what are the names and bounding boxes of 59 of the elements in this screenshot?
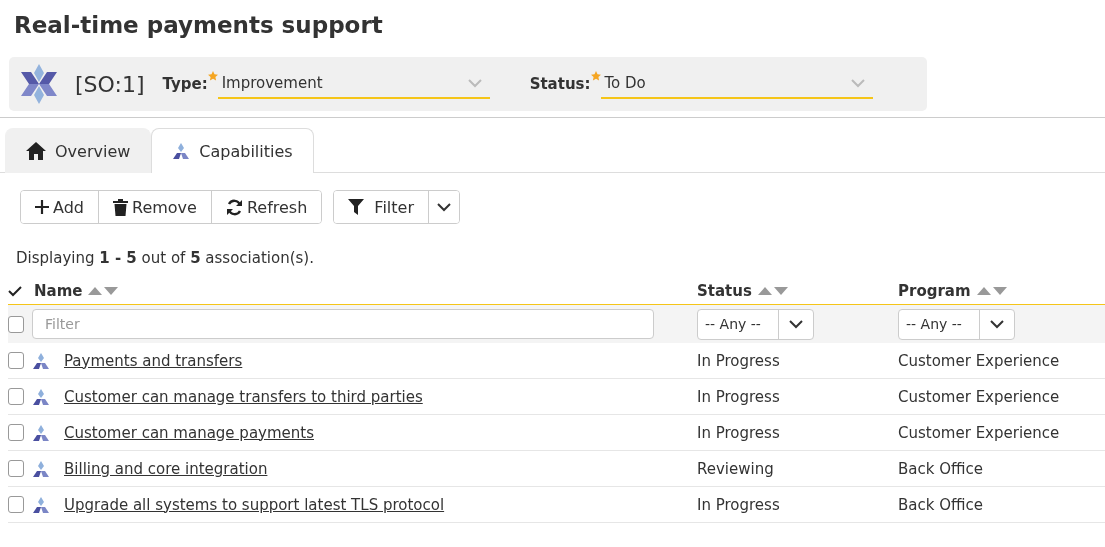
capability-link[interactable]: Upgrade all systems to support latest TLS protocol [64, 495, 445, 514]
table-cell: Customer Experience [898, 351, 1060, 370]
chevron-down-icon [990, 319, 1004, 329]
refresh-icon [225, 198, 243, 216]
checkbox[interactable] [8, 388, 24, 405]
trash-icon [113, 198, 128, 216]
status-filter-dropdown[interactable]: -- Any -- [697, 308, 814, 340]
table-cell: Back Office [898, 495, 983, 514]
table-cell-text: In Progress [697, 351, 781, 370]
capability-icon [32, 351, 50, 370]
chevron-down-icon [789, 319, 803, 329]
capability-link[interactable]: Customer can manage transfers to third parties [64, 387, 423, 406]
checkbox[interactable] [8, 424, 24, 441]
capability-link[interactable]: Payments and transfers [64, 351, 243, 370]
capability-icon [32, 423, 50, 442]
plus-icon [35, 200, 49, 214]
sort-icon[interactable] [757, 286, 788, 296]
summary-text: Displaying 1 - 5 out of 5 association(s). [16, 249, 314, 267]
home-icon [26, 142, 46, 160]
chevron-down-icon [436, 202, 451, 212]
capability-icon [32, 495, 50, 514]
tab[interactable]: Overview [5, 128, 152, 173]
tab[interactable]: Capabilities [151, 128, 314, 173]
table-cell: Back Office [898, 459, 983, 478]
sort-icon[interactable] [976, 286, 1007, 296]
field-label: Type: [162, 75, 208, 93]
column-header[interactable]: Status [697, 282, 752, 300]
table-cell: Customer Experience [898, 423, 1060, 442]
table-cell-text: Reviewing [697, 459, 775, 478]
table-cell-text: In Progress [697, 423, 781, 442]
capability-link[interactable]: Customer can manage payments [64, 423, 314, 442]
page-title: Real-time payments support [13, 11, 384, 40]
filter-icon [348, 199, 365, 215]
table-cell: Customer Experience [898, 387, 1060, 406]
chevron-down-icon [850, 78, 865, 88]
check-icon [8, 285, 22, 297]
dropdown-button[interactable] [427, 191, 459, 223]
field-label: Status: [529, 75, 591, 93]
toolbar-button[interactable]: Refresh [210, 191, 322, 223]
checkbox[interactable] [8, 352, 24, 369]
capability-link[interactable]: Billing and core integration [64, 459, 268, 478]
program-filter-dropdown[interactable]: -- Any -- [898, 308, 1015, 340]
checkbox[interactable] [8, 496, 24, 513]
table-cell-text: In Progress [697, 387, 781, 406]
checkbox[interactable] [8, 315, 24, 333]
select-field[interactable]: To Do [600, 69, 873, 99]
select-field[interactable]: Improvement [217, 69, 490, 99]
item-id: [SO:1] [75, 71, 145, 97]
chevron-down-icon [467, 78, 482, 88]
logo-icon [21, 64, 57, 104]
capability-icon [32, 459, 50, 478]
capability-icon [32, 387, 50, 406]
column-header[interactable]: Name [34, 282, 83, 300]
capability-icon [172, 142, 191, 160]
table-cell-text: In Progress [697, 495, 781, 514]
checkbox[interactable] [8, 460, 24, 477]
filter-field[interactable]: Filter [32, 309, 654, 339]
column-header[interactable]: Program [898, 282, 971, 300]
sort-icon[interactable] [88, 286, 119, 296]
